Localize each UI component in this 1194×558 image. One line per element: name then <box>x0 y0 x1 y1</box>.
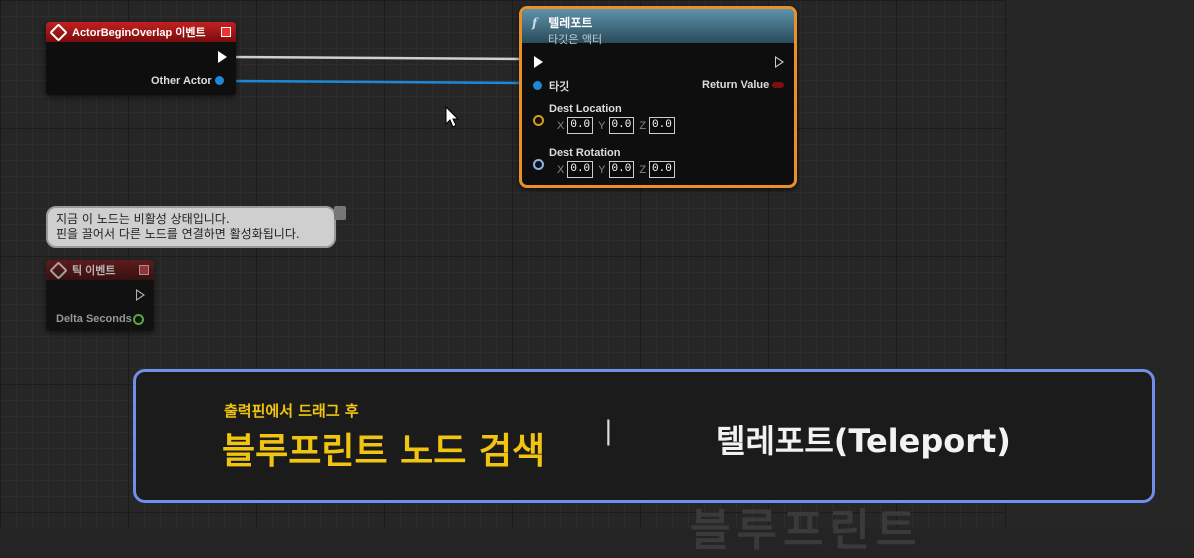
teleport-node[interactable]: f 텔레포트 타깃은 액터 타깃 Return Value Dest Locat… <box>519 6 797 188</box>
comment-line-1: 지금 이 노드는 비활성 상태입니다. <box>56 212 230 226</box>
delta-seconds-label: Delta Seconds <box>56 313 132 325</box>
delta-seconds-pin[interactable] <box>133 314 144 325</box>
return-value-label: Return Value <box>702 79 770 91</box>
dest-rotation-label: Dest Rotation <box>549 147 621 159</box>
banner-right-text: 텔레포트(Teleport) <box>716 422 1011 460</box>
dest-location-z-input[interactable]: 0.0 <box>649 117 675 134</box>
dest-location-label: Dest Location <box>549 103 622 115</box>
disabled-node-comment: 지금 이 노드는 비활성 상태입니다. 핀을 끌어서 다른 노드를 연결하면 활… <box>46 206 346 248</box>
dest-location-x-input[interactable]: 0.0 <box>567 117 594 134</box>
dest-location-pin[interactable] <box>533 115 544 126</box>
exec-output-pin[interactable] <box>136 289 145 301</box>
delegate-pin-icon[interactable] <box>139 265 149 275</box>
other-actor-pin[interactable] <box>215 76 224 85</box>
dest-rotation-x-input[interactable]: 0.0 <box>567 161 594 178</box>
banner-big-text: 블루프린트 노드 검색 <box>222 431 546 472</box>
banner-separator: | <box>604 416 613 446</box>
actor-begin-overlap-node[interactable]: ActorBeginOverlap 이벤트 Other Actor <box>46 22 236 95</box>
dest-rotation-y-input[interactable]: 0.0 <box>608 161 635 178</box>
banner-small-text: 출력핀에서 드래그 후 <box>224 402 359 420</box>
node-title: 텔레포트 <box>548 16 593 30</box>
target-label: 타깃 <box>549 80 570 93</box>
exec-output-pin[interactable] <box>775 56 784 68</box>
node-title: ActorBeginOverlap 이벤트 <box>72 27 206 39</box>
node-title: 틱 이벤트 <box>72 265 116 277</box>
node-header: 틱 이벤트 <box>46 260 154 280</box>
mouse-cursor-icon <box>445 105 460 128</box>
function-icon: f <box>532 16 538 30</box>
comment-line-2: 핀을 끌어서 다른 노드를 연결하면 활성화됩니다. <box>56 227 300 241</box>
caption-banner: 출력핀에서 드래그 후 블루프린트 노드 검색 | 텔레포트(Teleport) <box>133 369 1155 503</box>
node-header: ActorBeginOverlap 이벤트 <box>46 22 236 42</box>
node-subtitle: 타깃은 액터 <box>548 33 603 46</box>
tick-event-node[interactable]: 틱 이벤트 Delta Seconds <box>46 260 154 331</box>
target-pin[interactable] <box>533 81 542 90</box>
event-diamond-icon <box>49 22 68 42</box>
dest-rotation-fields: X 0.0 Y 0.0 Z 0.0 <box>552 161 675 178</box>
dest-location-fields: X 0.0 Y 0.0 Z 0.0 <box>552 117 675 134</box>
exec-output-pin[interactable] <box>218 51 227 63</box>
pin-icon[interactable] <box>334 206 346 220</box>
exec-input-pin[interactable] <box>534 56 543 68</box>
dest-rotation-pin[interactable] <box>533 159 544 170</box>
dest-location-y-input[interactable]: 0.0 <box>608 117 635 134</box>
exec-wire <box>229 55 529 61</box>
return-value-pin[interactable] <box>772 82 784 88</box>
object-wire <box>227 79 531 85</box>
other-actor-label: Other Actor <box>151 75 212 87</box>
delegate-pin-icon[interactable] <box>221 27 231 37</box>
event-diamond-icon <box>49 260 68 280</box>
node-header: f 텔레포트 타깃은 액터 <box>522 9 794 46</box>
background-ghost-text: 블루프린트 <box>690 505 923 556</box>
dest-rotation-z-input[interactable]: 0.0 <box>649 161 675 178</box>
